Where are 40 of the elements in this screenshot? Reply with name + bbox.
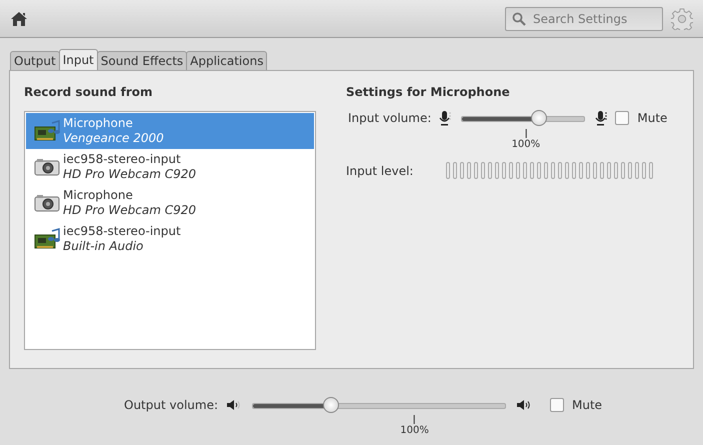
device-description: Built-in Audio <box>63 239 144 254</box>
speaker-icon <box>226 399 242 411</box>
mute-checkbox[interactable]: Mute <box>615 109 668 127</box>
device-name: Microphone <box>63 188 134 203</box>
home-icon[interactable] <box>10 10 28 26</box>
device-item[interactable]: iec958-stereo-input Built-in Audio <box>26 221 314 257</box>
microphone-icon <box>439 110 452 126</box>
device-item[interactable]: iec958-stereo-input HD Pro Webcam C920 <box>26 149 314 185</box>
device-item[interactable]: Microphone HD Pro Webcam C920 <box>26 185 314 221</box>
checkbox[interactable] <box>550 398 564 412</box>
camera-icon <box>34 156 60 178</box>
section-heading: Settings for Microphone <box>346 85 511 99</box>
slider-handle[interactable] <box>531 110 548 126</box>
tab[interactable]: Output <box>10 51 60 70</box>
device-description: HD Pro Webcam C920 <box>63 203 196 218</box>
input-level-label: Input level: <box>346 164 414 178</box>
output-volume-label: Output volume: <box>124 397 218 414</box>
device-name: iec958-stereo-input <box>63 224 181 239</box>
search-icon <box>512 12 526 26</box>
slider-handle[interactable] <box>323 397 340 413</box>
microphone-icon <box>595 110 608 126</box>
sound-card-icon <box>34 228 60 250</box>
tab[interactable]: Input <box>58 49 98 70</box>
section-heading: Record sound from <box>24 85 154 99</box>
device-description: Vengeance 2000 <box>63 131 164 146</box>
search-field[interactable]: Search Settings <box>505 6 663 30</box>
checkbox[interactable] <box>615 111 630 125</box>
tab[interactable]: Sound Effects <box>96 51 188 70</box>
tab[interactable]: Applications <box>186 51 268 70</box>
device-name: Microphone <box>63 116 134 131</box>
input-volume-label: Input volume: <box>348 110 432 127</box>
device-name: iec958-stereo-input <box>63 152 182 167</box>
volume-mark: 100% <box>512 129 540 151</box>
speaker-icon <box>516 399 532 411</box>
sound-card-icon <box>34 120 60 142</box>
settings-icon[interactable] <box>671 8 693 30</box>
device-description: HD Pro Webcam C920 <box>63 167 196 182</box>
mute-checkbox[interactable]: Mute <box>550 396 602 414</box>
volume-mark: 100% <box>400 415 429 437</box>
camera-icon <box>34 192 60 214</box>
